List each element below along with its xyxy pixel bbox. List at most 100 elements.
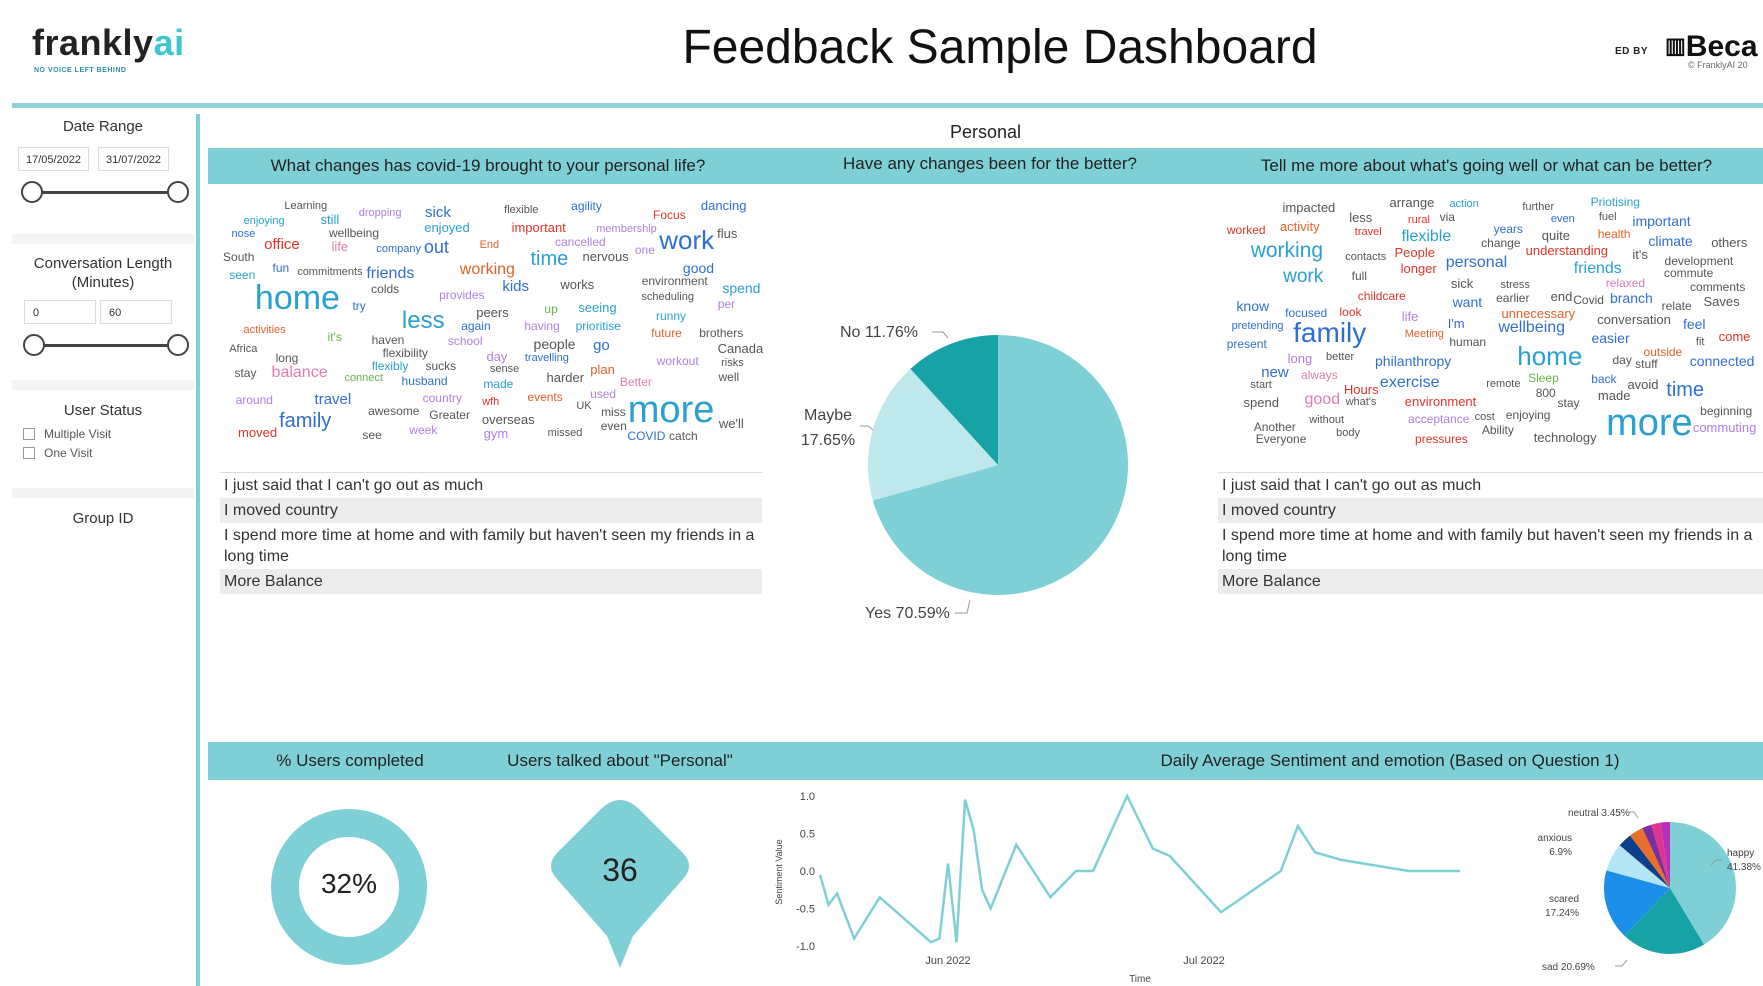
pie-leader-yes <box>955 599 971 614</box>
word-cloud-word: earlier <box>1496 290 1530 305</box>
word-cloud-word: avoid <box>1627 377 1659 393</box>
happy-label: happy <box>1727 848 1754 859</box>
start-date-input[interactable]: 17/05/2022 <box>18 147 89 171</box>
user-status-filter: User Status Multiple Visit One Visit <box>12 390 194 488</box>
word-cloud-word: haven <box>371 333 405 348</box>
word-cloud-word: always <box>1300 367 1338 382</box>
length-slider-track[interactable] <box>32 344 178 347</box>
one-visit-checkbox[interactable] <box>23 447 35 459</box>
word-cloud-word: family <box>279 410 332 433</box>
word-cloud-word: flexible <box>1401 228 1452 246</box>
word-cloud-word: contacts <box>1345 251 1387 264</box>
word-cloud-word: life <box>1401 308 1419 324</box>
word-cloud-word: seeing <box>578 300 617 315</box>
word-cloud-word: exercise <box>1379 374 1440 392</box>
word-cloud-word: people <box>533 335 576 352</box>
neutral-label: neutral 3.45% <box>1568 808 1630 819</box>
better-changes-pie-chart: Yes 70.59% Maybe 17.65% No 11.76% <box>801 324 1128 622</box>
multiple-visit-checkbox[interactable] <box>23 428 35 440</box>
word-cloud-word: more <box>627 389 715 432</box>
word-cloud-word: beginning <box>1700 404 1753 419</box>
sentiment-line[interactable] <box>818 793 1460 944</box>
word-cloud-word: health <box>1597 227 1631 242</box>
word-cloud-word: feel <box>1682 316 1706 333</box>
word-cloud-word: Africa <box>229 342 258 355</box>
word-cloud-word: having <box>524 319 560 334</box>
sad-label: sad 20.69% <box>1542 962 1595 973</box>
header-bar: franklyai NO VOICE LEFT BEHIND Feedback … <box>0 0 1763 102</box>
word-cloud-word: one <box>634 243 655 258</box>
end-date-input[interactable]: 31/07/2022 <box>98 147 169 171</box>
word-cloud-word: arrange <box>1389 195 1435 210</box>
date-range-title: Date Range <box>62 118 144 135</box>
word-cloud-word: time <box>530 248 569 271</box>
word-cloud-word: long <box>1287 351 1313 367</box>
word-cloud-word: commitments <box>297 265 363 278</box>
word-cloud-word: time <box>1666 378 1705 401</box>
word-cloud-word: harder <box>546 369 585 385</box>
word-cloud-word: acceptance <box>1408 411 1470 426</box>
y-axis-label: Sentiment Value <box>774 839 784 904</box>
word-cloud-word: Sleep <box>1528 371 1559 386</box>
anxious-pct-label: 6.9% <box>1549 847 1572 858</box>
group-id-title[interactable]: Group ID <box>12 510 194 527</box>
word-cloud-word: company <box>376 242 422 255</box>
length-slider-min-handle[interactable] <box>23 334 45 356</box>
word-cloud-word: spend <box>1243 394 1279 410</box>
y-tick-label: -1.0 <box>796 941 815 953</box>
word-cloud-word: stay <box>1557 395 1580 410</box>
sentiment-line-chart: 1.0 0.5 0.0 -0.5 -1.0 Jun 2022 Jul 2022 Time Sen… <box>774 791 1460 985</box>
word-cloud-word: we'll <box>718 415 744 431</box>
word-cloud-word: balance <box>271 364 328 382</box>
page-title: Feedback Sample Dashboard <box>682 21 1318 74</box>
word-cloud-word: commute <box>1663 266 1714 281</box>
word-cloud-word: I'm <box>1447 315 1465 331</box>
word-cloud-word: long <box>275 351 299 366</box>
emotion-pie-chart: happy 41.38% sad 20.69% scared 17.24% anxious… <box>1538 808 1761 973</box>
word-cloud-word: wellbeing <box>1498 318 1566 336</box>
word-cloud-word: school <box>447 333 483 348</box>
min-length-input[interactable]: 0 <box>24 300 96 324</box>
conversation-length-title-line1: Conversation Length <box>33 255 173 272</box>
word-cloud-word: future <box>651 325 682 340</box>
word-cloud-word: 800 <box>1535 386 1556 401</box>
word-cloud-word: brothers <box>699 325 744 340</box>
word-cloud-word: further <box>1522 200 1555 213</box>
word-cloud-word: enjoying <box>243 215 285 227</box>
group-id-filter: Group ID <box>12 498 194 986</box>
word-cloud-word: pretending <box>1231 319 1284 332</box>
conversation-length-title-line2: (Minutes) <box>71 274 135 291</box>
word-cloud-word: quite <box>1541 228 1570 244</box>
word-cloud-word: up <box>544 301 558 316</box>
word-cloud-word: peers <box>476 305 509 321</box>
word-cloud-word: day <box>1612 353 1632 368</box>
word-cloud-word: agility <box>571 198 602 213</box>
date-range-filter: Date Range 17/05/2022 31/07/2022 <box>12 114 194 234</box>
word-cloud-word: less <box>401 307 445 335</box>
word-cloud-word: know <box>1236 298 1270 314</box>
word-cloud-word: dancing <box>700 197 747 213</box>
max-length-input[interactable]: 60 <box>100 300 172 324</box>
date-slider-track[interactable] <box>32 191 178 194</box>
word-cloud-word: environment <box>1404 393 1477 409</box>
word-cloud-word: again <box>461 318 491 333</box>
word-cloud-word: what's <box>1345 396 1377 409</box>
word-cloud-word: relaxed <box>1605 276 1646 291</box>
date-slider-end-handle[interactable] <box>167 181 189 203</box>
word-cloud-word: connect <box>344 371 383 384</box>
date-slider-start-handle[interactable] <box>21 181 43 203</box>
scared-pct-label: 17.24% <box>1545 908 1579 919</box>
users-personal-title: Users talked about "Personal" <box>507 751 733 770</box>
word-cloud-word: enjoyed <box>424 220 470 236</box>
word-cloud-word: fuel <box>1598 211 1617 224</box>
word-cloud-word: kids <box>502 277 530 295</box>
word-cloud-word: working <box>1250 238 1324 262</box>
word-cloud-word: flexibly <box>371 359 409 374</box>
length-slider-max-handle[interactable] <box>167 334 189 356</box>
pie-leader-no <box>932 331 949 339</box>
word-cloud-word: awesome <box>368 403 420 418</box>
word-cloud-word: without <box>1309 414 1345 426</box>
word-cloud-word: overseas <box>481 411 535 427</box>
word-cloud-word: focused <box>1285 306 1328 321</box>
word-cloud-word: outside <box>1643 344 1683 359</box>
